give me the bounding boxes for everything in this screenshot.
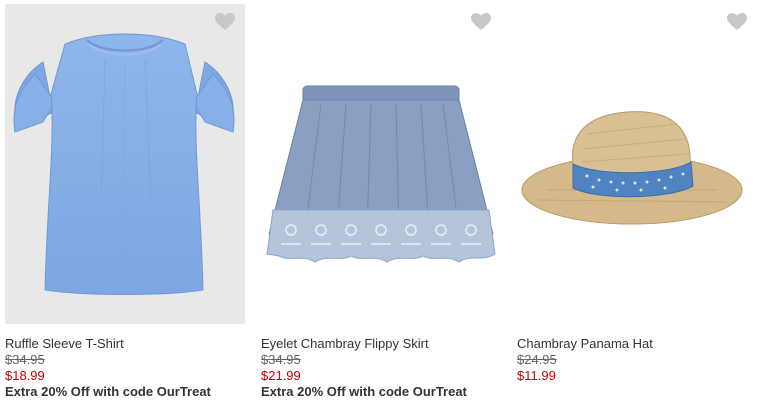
product-card[interactable]: Eyelet Chambray Flippy Skirt $34.95 $21.… — [261, 4, 501, 400]
product-name[interactable]: Ruffle Sleeve T-Shirt — [5, 336, 245, 352]
sale-price: $21.99 — [261, 368, 301, 383]
product-image[interactable] — [517, 4, 757, 324]
original-price: $34.95 — [261, 352, 301, 367]
eyelet-skirt-image — [261, 4, 501, 324]
product-info: Eyelet Chambray Flippy Skirt $34.95 $21.… — [261, 336, 501, 400]
panama-hat-image — [517, 4, 757, 324]
heart-icon[interactable] — [215, 13, 235, 31]
product-card[interactable]: Chambray Panama Hat $24.95 $11.99 — [517, 4, 757, 384]
promo-text: Extra 20% Off with code OurTreat — [5, 384, 211, 399]
product-name[interactable]: Eyelet Chambray Flippy Skirt — [261, 336, 501, 352]
product-info: Chambray Panama Hat $24.95 $11.99 — [517, 336, 757, 384]
product-info: Ruffle Sleeve T-Shirt $34.95 $18.99 Extr… — [5, 336, 245, 400]
ruffle-shirt-image — [5, 4, 245, 324]
product-grid: Ruffle Sleeve T-Shirt $34.95 $18.99 Extr… — [0, 0, 763, 405]
product-name[interactable]: Chambray Panama Hat — [517, 336, 757, 352]
heart-icon[interactable] — [471, 13, 491, 31]
sale-price: $18.99 — [5, 368, 45, 383]
sale-price: $11.99 — [517, 368, 556, 383]
product-card[interactable]: Ruffle Sleeve T-Shirt $34.95 $18.99 Extr… — [5, 4, 245, 400]
original-price: $34.95 — [5, 352, 45, 367]
product-image[interactable] — [5, 4, 245, 324]
promo-text: Extra 20% Off with code OurTreat — [261, 384, 467, 399]
original-price: $24.95 — [517, 352, 557, 367]
heart-icon[interactable] — [727, 13, 747, 31]
product-image[interactable] — [261, 4, 501, 324]
